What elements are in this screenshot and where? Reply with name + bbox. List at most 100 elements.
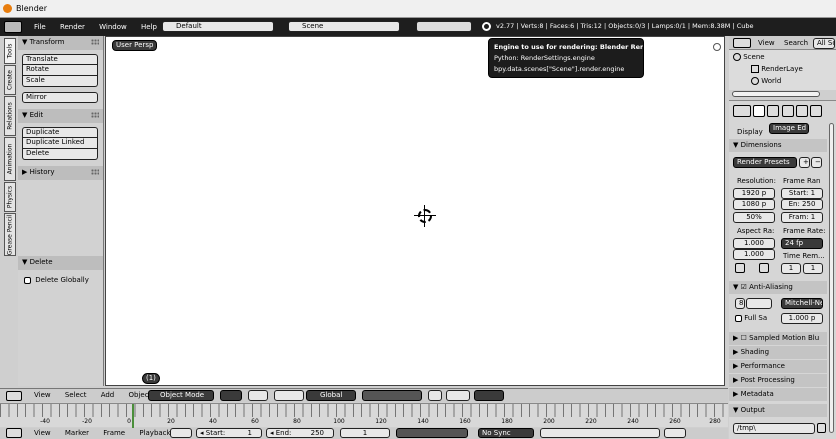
- outliner-item-world[interactable]: World: [751, 77, 781, 85]
- tab-animation[interactable]: Animation: [4, 137, 16, 181]
- snap-button[interactable]: [446, 390, 470, 401]
- mirror-button[interactable]: Mirror: [22, 92, 98, 103]
- tab-physics[interactable]: Physics: [4, 182, 16, 212]
- aa-samples-8[interactable]: 8: [735, 298, 745, 309]
- aa-filter-selector[interactable]: Mitchell-Ne: [781, 298, 823, 309]
- output-panel-header[interactable]: ▼ Output: [729, 404, 827, 417]
- layout-selector[interactable]: Default: [162, 21, 274, 32]
- drag-handle-icon[interactable]: [91, 39, 99, 45]
- opengl-render-button[interactable]: [474, 390, 504, 401]
- display-selector[interactable]: Image Ed: [769, 123, 810, 134]
- menu-frame[interactable]: Frame: [97, 427, 131, 439]
- folder-icon[interactable]: [817, 423, 826, 433]
- edit-panel-header[interactable]: ▼ Edit: [18, 109, 103, 123]
- sync-mode-selector[interactable]: No Sync: [478, 428, 534, 438]
- add-preset-button[interactable]: +: [799, 157, 810, 168]
- translate-button[interactable]: Translate: [22, 54, 98, 65]
- scale-button[interactable]: Scale: [22, 76, 98, 87]
- performance-panel-header[interactable]: ▶ Performance: [729, 360, 827, 373]
- aspect-x-field[interactable]: 1.000: [733, 238, 775, 249]
- resolution-y-field[interactable]: 1080 p: [733, 199, 775, 210]
- menu-window[interactable]: Window: [93, 21, 133, 33]
- resolution-x-field[interactable]: 1920 p: [733, 188, 775, 199]
- tab-create[interactable]: Create: [4, 65, 16, 95]
- tab-tools[interactable]: Tools: [4, 38, 16, 64]
- rotate-button[interactable]: Rotate: [22, 65, 98, 76]
- resolution-percent-field[interactable]: 50%: [733, 212, 775, 223]
- time-remap-new-field[interactable]: 1: [803, 263, 823, 274]
- menu-view[interactable]: View: [28, 389, 57, 401]
- menu-search[interactable]: Search: [781, 37, 811, 49]
- playback-controls[interactable]: [396, 428, 468, 438]
- pivot-selector[interactable]: [248, 390, 268, 401]
- 3d-viewport[interactable]: User Persp (1): [105, 36, 725, 386]
- keyframe-buttons[interactable]: [664, 428, 686, 438]
- scene-selector[interactable]: Scene: [288, 21, 400, 32]
- keying-set-field[interactable]: [540, 428, 660, 438]
- tab-relations[interactable]: Relations: [4, 96, 16, 136]
- current-frame-field[interactable]: 1: [340, 428, 390, 438]
- history-panel-header[interactable]: ▶ History: [18, 166, 103, 180]
- menu-view[interactable]: View: [28, 427, 57, 439]
- render-engine-selector[interactable]: [416, 21, 472, 32]
- frame-end-field[interactable]: En: 250: [781, 199, 823, 210]
- border-toggle-icon[interactable]: [735, 263, 745, 273]
- outliner-scrollbar[interactable]: [732, 91, 820, 97]
- post-processing-panel-header[interactable]: ▶ Post Processing: [729, 374, 827, 387]
- tab-grease-pencil[interactable]: Grease Pencil: [4, 213, 16, 256]
- filter-size-field[interactable]: 1.000 p: [781, 313, 823, 324]
- editor-type-icon[interactable]: [4, 21, 22, 33]
- world-tab-icon[interactable]: [795, 105, 808, 117]
- transform-orientation-selector[interactable]: Global: [306, 390, 356, 401]
- metadata-panel-header[interactable]: ▶ Metadata: [729, 388, 827, 401]
- aspect-y-field[interactable]: 1.000: [733, 249, 775, 260]
- duplicate-button[interactable]: Duplicate: [22, 127, 98, 138]
- crop-toggle-icon[interactable]: [759, 263, 769, 273]
- 3d-view-icon[interactable]: [6, 391, 22, 401]
- drag-handle-icon[interactable]: [91, 169, 99, 175]
- shading-selector[interactable]: [220, 390, 242, 401]
- transform-panel-header[interactable]: ▼ Transform: [18, 36, 103, 50]
- layers-widget[interactable]: [362, 390, 422, 401]
- preview-range-toggle[interactable]: [170, 428, 192, 438]
- anti-aliasing-panel-header[interactable]: ▼ ☑ Anti-Aliasing: [729, 281, 827, 294]
- menu-marker[interactable]: Marker: [59, 427, 95, 439]
- output-path-field[interactable]: /tmp\: [733, 423, 815, 434]
- render-presets-selector[interactable]: Render Presets: [733, 157, 797, 168]
- current-frame-marker[interactable]: [132, 404, 134, 428]
- frame-step-field[interactable]: Fram: 1: [781, 212, 823, 223]
- object-tab-icon[interactable]: [810, 105, 823, 117]
- operator-panel-header[interactable]: ▼ Delete: [18, 256, 103, 270]
- dimensions-panel-header[interactable]: ▼ Dimensions: [729, 139, 827, 152]
- end-frame-field[interactable]: ◂ End: 250: [266, 428, 334, 438]
- time-remap-old-field[interactable]: 1: [781, 263, 801, 274]
- corner-widget-icon[interactable]: [713, 43, 721, 51]
- outliner-item-scene[interactable]: Scene: [733, 53, 765, 61]
- scene-tab-icon[interactable]: [781, 105, 794, 117]
- menu-render[interactable]: Render: [54, 21, 91, 33]
- menu-help[interactable]: Help: [135, 21, 163, 33]
- motion-blur-panel-header[interactable]: ▶ ☐ Sampled Motion Blu: [729, 332, 827, 345]
- 3d-cursor-icon[interactable]: [418, 209, 432, 223]
- menu-add[interactable]: Add: [95, 389, 121, 401]
- mode-selector[interactable]: Object Mode: [148, 390, 214, 401]
- manipulator-toggle[interactable]: [274, 390, 304, 401]
- full-sample-option[interactable]: Full Sa: [735, 314, 767, 322]
- checkbox-icon[interactable]: [24, 276, 31, 284]
- drag-handle-icon[interactable]: [91, 112, 99, 118]
- properties-scrollbar[interactable]: [829, 123, 834, 433]
- render-tab-icon[interactable]: [753, 105, 766, 117]
- proportional-edit-button[interactable]: [428, 390, 442, 401]
- delete-globally-option[interactable]: Delete Globally: [24, 276, 89, 284]
- timeline-editor-icon[interactable]: [6, 428, 22, 438]
- remove-preset-button[interactable]: −: [811, 157, 822, 168]
- frame-rate-selector[interactable]: 24 fp: [781, 238, 823, 249]
- menu-file[interactable]: File: [28, 21, 52, 33]
- properties-editor-icon[interactable]: [733, 105, 751, 117]
- duplicate-linked-button[interactable]: Duplicate Linked: [22, 138, 98, 149]
- shading-panel-header[interactable]: ▶ Shading: [729, 346, 827, 359]
- display-mode-selector[interactable]: All Sc: [813, 38, 835, 49]
- frame-start-field[interactable]: Start: 1: [781, 188, 823, 199]
- delete-button[interactable]: Delete: [22, 149, 98, 160]
- menu-select[interactable]: Select: [59, 389, 93, 401]
